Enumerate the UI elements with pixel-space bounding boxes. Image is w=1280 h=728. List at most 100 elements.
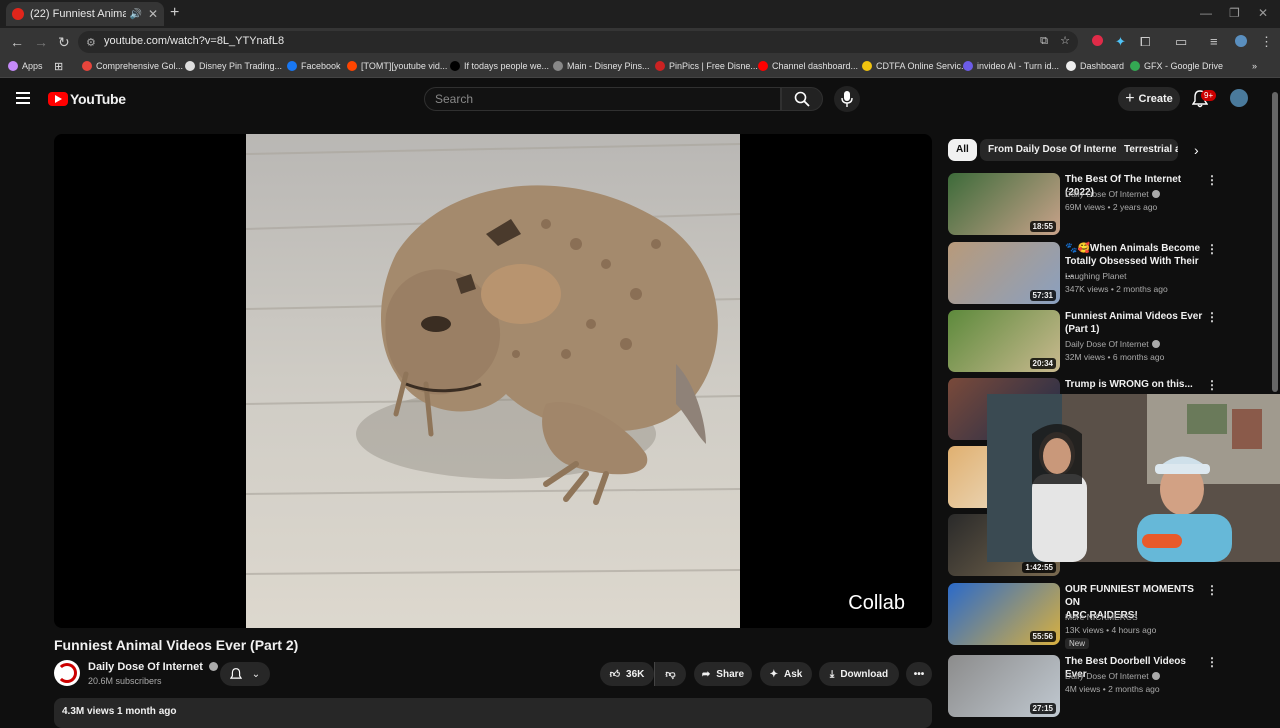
close-window-icon[interactable]: ✕ xyxy=(1258,6,1268,20)
new-tab-button[interactable]: + xyxy=(170,4,179,22)
recommended-video[interactable]: 27:15 The Best Doorbell Videos Ever Daily … xyxy=(948,655,1268,717)
bookmark-label: invideo AI - Turn id... xyxy=(977,61,1060,71)
video-thumbnail[interactable]: 20:34 xyxy=(948,310,1060,372)
close-tab-icon[interactable]: ✕ xyxy=(148,7,158,21)
chevron-down-icon: ⌄ xyxy=(251,668,261,680)
more-options-icon[interactable]: ⋮ xyxy=(1206,583,1218,597)
side-panel-icon[interactable]: ▭ xyxy=(1175,34,1187,50)
bookmark-item[interactable]: GFX - Google Drive xyxy=(1130,61,1223,71)
extension-blue-icon[interactable]: ✦ xyxy=(1115,34,1126,50)
tab-title: (22) Funniest Animal Videos Ever xyxy=(30,8,127,20)
create-button[interactable]: + Create xyxy=(1118,87,1180,111)
site-info-icon[interactable]: ⚙ xyxy=(86,36,96,49)
channel-name[interactable]: Daily Dose Of Internet xyxy=(88,661,218,673)
bookmark-item[interactable]: Dashboard xyxy=(1066,61,1124,71)
video-thumbnail[interactable]: 55:56 xyxy=(948,583,1060,645)
bookmark-item[interactable]: Channel dashboard... xyxy=(758,61,858,71)
apps-grid-icon[interactable]: ⊞ xyxy=(54,60,63,73)
recommended-channel[interactable]: Daily Dose Of Internet xyxy=(1065,189,1160,199)
bookmark-item[interactable]: Main - Disney Pins... xyxy=(553,61,650,71)
youtube-wordmark: YouTube xyxy=(70,91,126,107)
back-arrow-icon[interactable]: ← xyxy=(10,34,24,50)
recommended-channel[interactable]: Daily Dose Of Internet xyxy=(1065,671,1160,681)
recommended-meta: 32M views • 6 months ago xyxy=(1065,352,1165,362)
like-button[interactable]: 👍︎ 36K xyxy=(600,662,654,686)
page-scrollbar[interactable] xyxy=(1272,92,1278,392)
voice-search-button[interactable] xyxy=(834,86,860,112)
forward-arrow-icon[interactable]: → xyxy=(34,34,48,50)
bookmark-item[interactable]: If todays people we... xyxy=(450,61,549,71)
youtube-logo[interactable]: YouTube xyxy=(48,91,126,107)
bookmark-favicon-icon xyxy=(553,61,563,71)
more-options-icon[interactable]: ⋮ xyxy=(1206,310,1218,324)
bookmark-item[interactable]: CDTFA Online Servic... xyxy=(862,61,969,71)
more-bookmarks-icon[interactable]: » xyxy=(1252,61,1257,71)
bookmark-star-icon[interactable]: ☆ xyxy=(1060,34,1070,47)
more-options-icon[interactable]: ⋮ xyxy=(1206,173,1218,187)
chip-all[interactable]: All xyxy=(948,139,977,161)
recommended-video[interactable]: 55:56 OUR FUNNIEST MOMENTS ON ARC RAIDERS!… xyxy=(948,583,1268,649)
plus-icon: + xyxy=(1125,90,1135,107)
chevron-right-icon[interactable]: › xyxy=(1194,142,1199,158)
bookmark-item[interactable]: invideo AI - Turn id... xyxy=(963,61,1059,71)
speaker-icon[interactable]: 🔊 xyxy=(129,9,141,20)
url-bar[interactable]: ⚙ youtube.com/watch?v=8L_YTYnafL8 ⧉ ☆ xyxy=(78,31,1078,53)
extensions-puzzle-icon[interactable]: ⧠ xyxy=(1140,34,1150,50)
recommended-video[interactable]: 18:55 The Best Of The Internet (2022) Dail… xyxy=(948,173,1268,235)
more-options-icon[interactable]: ⋮ xyxy=(1206,242,1218,256)
more-dots-icon: ••• xyxy=(913,668,925,680)
video-thumbnail[interactable]: 57:31 xyxy=(948,242,1060,304)
reload-icon[interactable]: ↻ xyxy=(58,34,70,51)
more-options-icon[interactable]: ⋮ xyxy=(1206,655,1218,669)
video-thumbnail[interactable]: 18:55 xyxy=(948,173,1060,235)
bookmark-item[interactable]: PinPics | Free Disne... xyxy=(655,61,758,71)
recommended-channel[interactable]: More NICKMERCS xyxy=(1065,612,1138,622)
media-control-icon[interactable]: ≡ xyxy=(1210,34,1218,49)
bookmark-label: If todays people we... xyxy=(464,61,550,71)
channel-text: Laughing Planet xyxy=(1065,271,1127,281)
search-button[interactable] xyxy=(781,87,823,111)
thumbs-down-icon: 👎︎ xyxy=(665,669,676,680)
account-avatar[interactable] xyxy=(1230,89,1248,107)
bookmark-item[interactable]: Apps xyxy=(8,61,43,71)
browser-tab-bar: (22) Funniest Animal Videos Ever 🔊 ✕ + —… xyxy=(0,0,1280,28)
subscription-bell-button[interactable]: ⌄ xyxy=(220,662,270,686)
download-icon: ⤓ xyxy=(829,668,835,680)
description-box[interactable]: 4.3M views 1 month ago xyxy=(54,698,932,728)
chip-terrestrial[interactable]: Terrestrial an xyxy=(1116,139,1178,161)
search-input[interactable]: Search xyxy=(424,87,781,111)
bookmark-item[interactable]: Disney Pin Trading... xyxy=(185,61,282,71)
bookmark-label: Comprehensive Gol... xyxy=(96,61,184,71)
channel-name-text: Daily Dose Of Internet xyxy=(88,661,203,673)
chip-from-channel[interactable]: From Daily Dose Of Internet xyxy=(980,139,1129,161)
recommended-title[interactable]: Funniest Animal Videos Ever (Part 1) xyxy=(1065,310,1205,336)
hamburger-menu-icon[interactable] xyxy=(16,92,30,104)
channel-avatar[interactable] xyxy=(54,660,80,686)
share-button[interactable]: ➦ Share xyxy=(694,662,752,686)
ask-button[interactable]: ✦ Ask xyxy=(760,662,812,686)
recommended-channel[interactable]: Daily Dose Of Internet xyxy=(1065,339,1160,349)
minimize-icon[interactable]: — xyxy=(1200,6,1212,20)
video-frame xyxy=(246,134,740,628)
maximize-icon[interactable]: ❐ xyxy=(1229,6,1240,20)
dislike-button[interactable]: 👎︎ xyxy=(654,662,686,686)
install-app-icon[interactable]: ⧉ xyxy=(1040,35,1048,48)
recommended-channel[interactable]: Laughing Planet xyxy=(1065,271,1126,281)
video-thumbnail[interactable]: 27:15 xyxy=(948,655,1060,717)
title-line: 🐾🥰When Animals Become xyxy=(1065,243,1201,254)
profile-avatar-icon[interactable] xyxy=(1235,35,1247,47)
download-button[interactable]: ⤓ Download xyxy=(819,662,899,686)
extension-red-icon[interactable] xyxy=(1092,35,1103,46)
recommended-video[interactable]: 20:34 Funniest Animal Videos Ever (Part 1)… xyxy=(948,310,1268,372)
recommended-video[interactable]: 57:31 🐾🥰When Animals Become Totally Obsess… xyxy=(948,242,1268,304)
browser-menu-icon[interactable]: ⋮ xyxy=(1260,34,1273,50)
recommended-title[interactable]: Trump is WRONG on this... xyxy=(1065,378,1205,391)
video-player[interactable]: Collab xyxy=(54,134,932,628)
bookmark-item[interactable]: Facebook xyxy=(287,61,341,71)
bookmark-item[interactable]: Comprehensive Gol... xyxy=(82,61,183,71)
more-options-icon[interactable]: ⋮ xyxy=(1206,378,1218,392)
more-actions-button[interactable]: ••• xyxy=(906,662,932,686)
browser-tab-youtube[interactable]: (22) Funniest Animal Videos Ever 🔊 ✕ xyxy=(6,2,164,26)
title-line: Funniest Animal Videos Ever xyxy=(1065,311,1203,322)
bookmark-item[interactable]: [TOMT][youtube vid... xyxy=(347,61,447,71)
